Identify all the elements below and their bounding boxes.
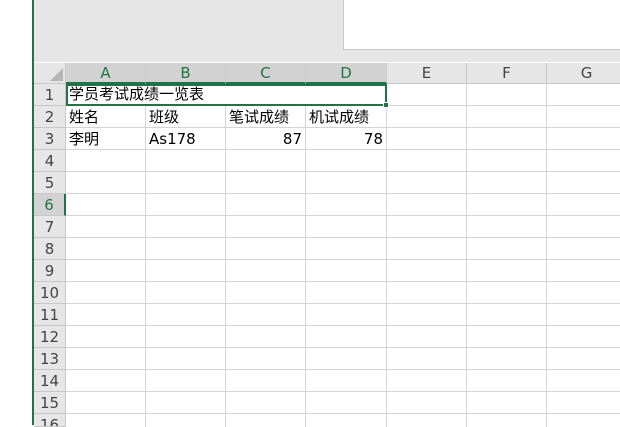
row-header-2[interactable]: 2 (34, 106, 66, 128)
column-header-a[interactable]: A (66, 63, 146, 84)
left-margin (0, 0, 32, 425)
gridline (386, 84, 387, 427)
gridline (66, 413, 620, 414)
column-header-d[interactable]: D (306, 63, 387, 84)
cell-c3[interactable]: 87 (226, 128, 305, 149)
column-header-b[interactable]: B (146, 63, 226, 84)
row-header-8[interactable]: 8 (34, 238, 66, 260)
select-all-triangle-icon (50, 68, 63, 81)
gridline (66, 281, 620, 282)
fill-handle[interactable] (383, 102, 389, 108)
column-header-e[interactable]: E (387, 63, 467, 84)
row-header-13[interactable]: 13 (34, 348, 66, 370)
cell-a3[interactable]: 李明 (66, 128, 145, 149)
gridline (66, 325, 620, 326)
gridline (66, 149, 620, 150)
row-header-15[interactable]: 15 (34, 392, 66, 414)
cell-a1-title[interactable]: 学员考试成绩一览表 (66, 84, 386, 105)
cell-c2[interactable]: 笔试成绩 (226, 106, 305, 127)
row-header-6[interactable]: 6 (34, 194, 66, 216)
row-header-16[interactable]: 16 (34, 414, 66, 427)
row-header-5[interactable]: 5 (34, 172, 66, 194)
gridline (546, 84, 547, 427)
row-header-1[interactable]: 1 (34, 84, 66, 106)
top-panel (343, 0, 620, 50)
gridline (66, 171, 620, 172)
gridline (66, 237, 620, 238)
gridline (66, 369, 620, 370)
row-header-3[interactable]: 3 (34, 128, 66, 150)
row-header-7[interactable]: 7 (34, 216, 66, 238)
gridline (66, 193, 620, 194)
gridline (66, 259, 620, 260)
gridline (66, 347, 620, 348)
cell-d3[interactable]: 78 (306, 128, 386, 149)
column-header-c[interactable]: C (226, 63, 306, 84)
gridline (466, 84, 467, 427)
row-header-9[interactable]: 9 (34, 260, 66, 282)
column-header-g[interactable]: G (547, 63, 620, 84)
cell-b2[interactable]: 班级 (146, 106, 225, 127)
row-header-4[interactable]: 4 (34, 150, 66, 172)
gridline (66, 391, 620, 392)
select-all-button[interactable] (34, 63, 66, 84)
column-header-f[interactable]: F (467, 63, 547, 84)
row-header-14[interactable]: 14 (34, 370, 66, 392)
cell-area[interactable]: 学员考试成绩一览表 姓名 班级 笔试成绩 机试成绩 李明 As178 87 78 (66, 84, 620, 427)
cell-b3[interactable]: As178 (146, 128, 225, 149)
row-header-11[interactable]: 11 (34, 304, 66, 326)
gridline (66, 303, 620, 304)
row-header-12[interactable]: 12 (34, 326, 66, 348)
cell-d2[interactable]: 机试成绩 (306, 106, 386, 127)
gridline (66, 215, 620, 216)
cell-a2[interactable]: 姓名 (66, 106, 145, 127)
row-header-10[interactable]: 10 (34, 282, 66, 304)
